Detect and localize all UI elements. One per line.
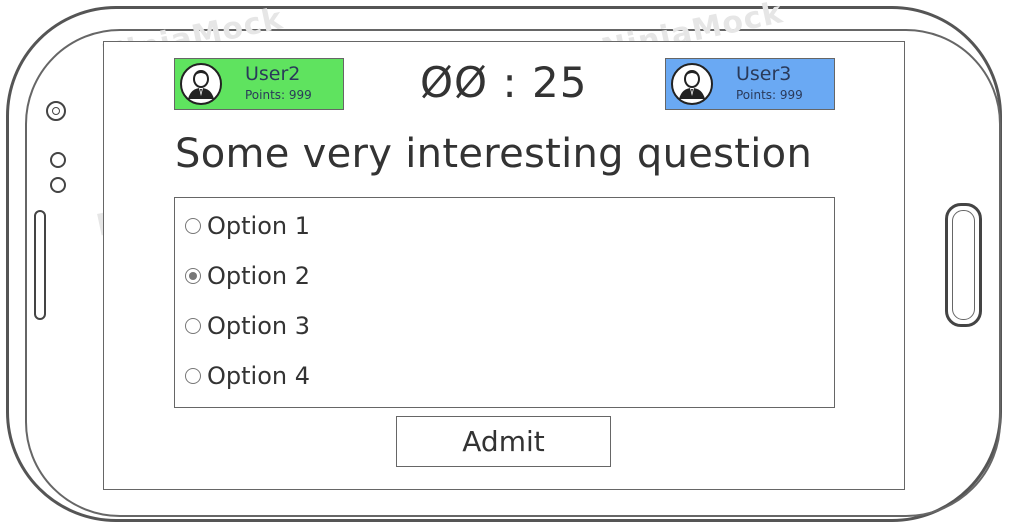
admit-button[interactable]: Admit (396, 416, 611, 467)
player-name: User2 (245, 63, 301, 85)
user-avatar-icon (671, 63, 713, 105)
player-points: Points: 999 (736, 88, 803, 102)
option-2[interactable]: Option 2 (185, 261, 310, 291)
option-label: Option 3 (207, 312, 310, 340)
option-4[interactable]: Option 4 (185, 361, 310, 391)
home-button[interactable] (945, 203, 982, 327)
avatar (670, 62, 714, 106)
radio-button[interactable] (185, 318, 201, 334)
player-points: Points: 999 (245, 88, 312, 102)
user-avatar-icon (180, 63, 222, 105)
option-label: Option 4 (207, 362, 310, 390)
countdown-timer: ØØ : 25 (420, 58, 588, 107)
option-label: Option 1 (207, 212, 310, 240)
speaker-slot (34, 210, 46, 320)
option-label: Option 2 (207, 262, 310, 290)
player-card-left: User2 Points: 999 (174, 58, 344, 110)
answer-options: Option 1 Option 2 Option 3 Option 4 (174, 197, 835, 408)
radio-button[interactable] (185, 218, 201, 234)
radio-button[interactable] (185, 368, 201, 384)
camera-icon (46, 101, 66, 121)
option-1[interactable]: Option 1 (185, 211, 310, 241)
avatar (179, 62, 223, 106)
player-name: User3 (736, 63, 792, 85)
question-text: Some very interesting question (175, 131, 813, 177)
sensor-dot-icon (50, 152, 66, 168)
radio-button[interactable] (185, 268, 201, 284)
sensor-dot-icon (50, 177, 66, 193)
player-card-right: User3 Points: 999 (665, 58, 835, 110)
option-3[interactable]: Option 3 (185, 311, 310, 341)
